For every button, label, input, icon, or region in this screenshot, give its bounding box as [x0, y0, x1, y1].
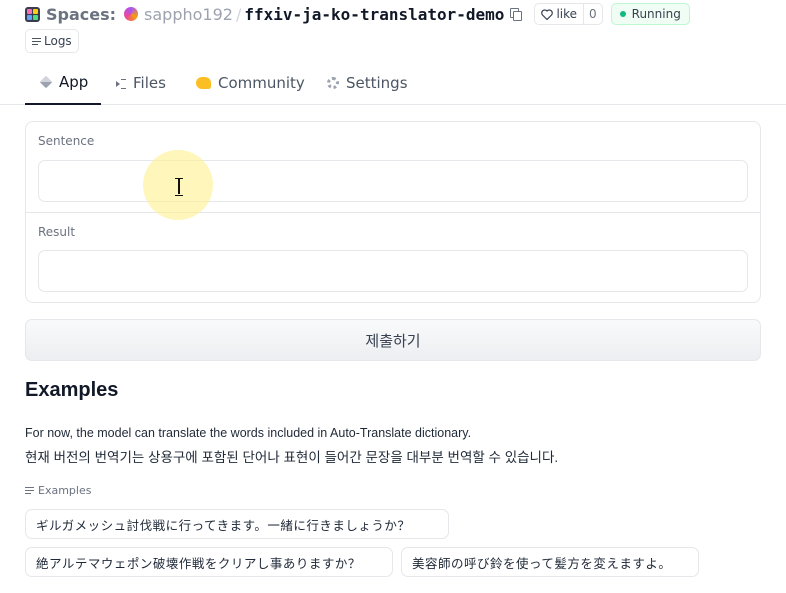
- like-button[interactable]: like 0: [534, 3, 603, 25]
- examples-description-en: For now, the model can translate the wor…: [25, 426, 472, 440]
- result-block: Result: [26, 213, 760, 304]
- spaces-label[interactable]: Spaces:: [46, 5, 116, 24]
- text-cursor-icon: [175, 178, 183, 196]
- translator-form: Sentence Result: [25, 121, 761, 303]
- tab-files-label: Files: [133, 73, 166, 92]
- cube-icon: [39, 75, 53, 88]
- tab-settings-label: Settings: [346, 73, 408, 92]
- heart-icon: [541, 8, 554, 20]
- result-output[interactable]: [38, 250, 748, 292]
- space-tabs: App Files Community Settings: [0, 60, 786, 105]
- owner-link[interactable]: sappho192: [144, 5, 233, 24]
- status-dot-icon: [619, 11, 626, 17]
- tab-settings[interactable]: Settings: [327, 60, 408, 105]
- status-badge[interactable]: Running: [610, 3, 690, 25]
- logs-label: Logs: [44, 34, 72, 48]
- space-header: Spaces: sappho192 / ffxiv-ja-ko-translat…: [25, 2, 690, 26]
- tab-files[interactable]: Files: [116, 60, 166, 105]
- files-icon: [116, 78, 126, 89]
- like-count[interactable]: 0: [583, 4, 602, 24]
- like-label: like: [556, 7, 578, 21]
- examples-description-ko: 현재 버전의 번역기는 상용구에 포함된 단어나 표현이 들어간 문장을 대부분…: [25, 450, 559, 465]
- gear-icon: [327, 76, 339, 89]
- example-item[interactable]: 美容師の呼び鈴を使って髪方を変えますよ。: [401, 547, 699, 577]
- logs-icon: [32, 37, 41, 45]
- examples-heading: Examples: [25, 379, 119, 401]
- path-separator: /: [235, 4, 242, 24]
- example-item[interactable]: 絶アルテマウェポン破壊作戦をクリアし事ありますか？: [25, 547, 393, 577]
- copy-icon[interactable]: [510, 8, 523, 21]
- owner-avatar[interactable]: [124, 7, 139, 21]
- examples-dataset-label: Examples: [25, 484, 91, 497]
- example-item[interactable]: ギルガメッシュ討伐戦に行ってきます。一緒に行きましょうか？: [25, 509, 449, 539]
- spaces-logo-icon[interactable]: [25, 6, 40, 22]
- tab-community[interactable]: Community: [196, 60, 305, 105]
- tab-app[interactable]: App: [25, 60, 101, 105]
- sentence-label: Sentence: [38, 134, 95, 148]
- result-label: Result: [38, 225, 76, 239]
- repo-name-link[interactable]: ffxiv-ja-ko-translator-demo: [244, 5, 504, 24]
- community-icon: [196, 76, 211, 89]
- status-label: Running: [631, 7, 681, 21]
- examples-label-text: Examples: [38, 484, 92, 497]
- submit-button[interactable]: 제출하기: [25, 319, 761, 361]
- list-icon: [25, 487, 34, 494]
- sentence-block: Sentence: [26, 122, 760, 213]
- tab-community-label: Community: [218, 73, 305, 92]
- logs-button[interactable]: Logs: [25, 29, 79, 53]
- tab-app-label: App: [59, 72, 89, 91]
